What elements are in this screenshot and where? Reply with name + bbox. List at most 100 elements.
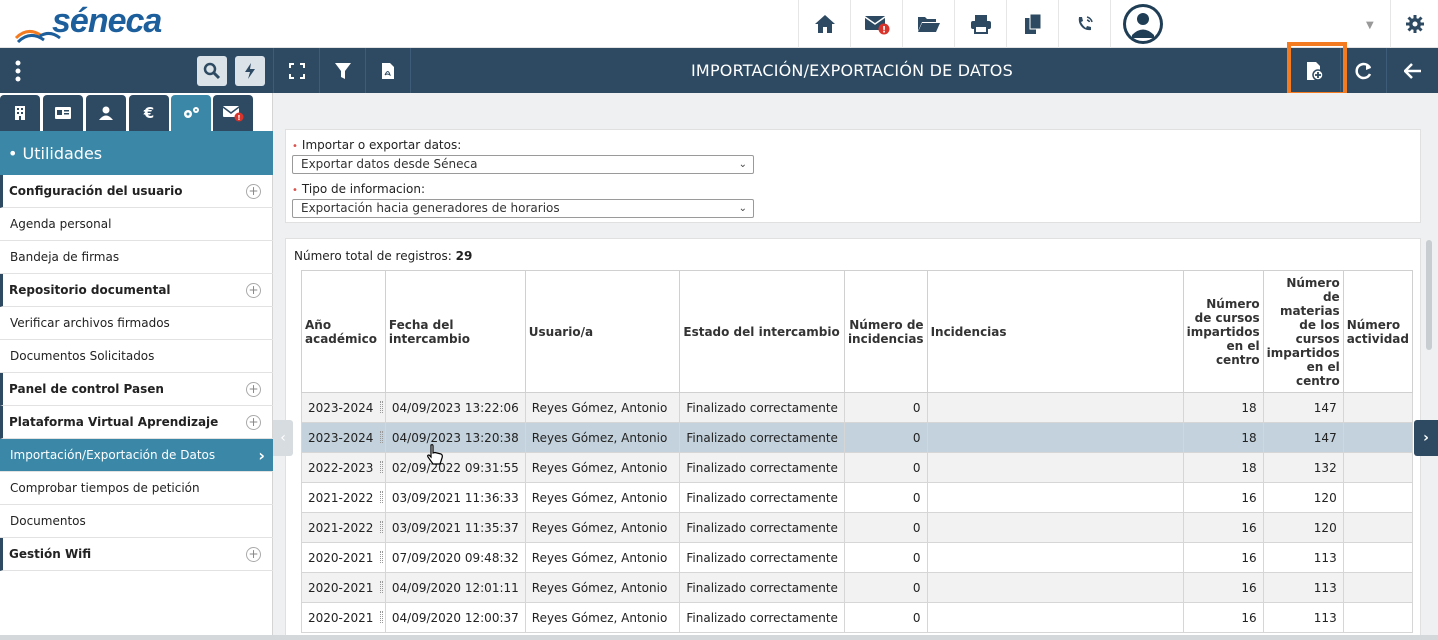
expand-plus-icon[interactable]: +: [246, 184, 261, 199]
table-row[interactable]: 2023-2024 04/09/2023 13:20:38 Reyes Gómez,…: [301, 422, 1413, 453]
records-panel: Número total de registros: 29 Año académ…: [285, 238, 1421, 640]
sidebar-item[interactable]: Panel de control Pasen +: [0, 373, 273, 406]
info-type-select[interactable]: Exportación hacia generadores de horario…: [292, 199, 754, 218]
mail-alert-icon: !: [222, 106, 244, 122]
expand-plus-icon[interactable]: +: [246, 415, 261, 430]
column-header[interactable]: Fecha del intercambio: [384, 270, 526, 393]
sidebar-item-label: Panel de control Pasen: [9, 382, 164, 396]
pdf-button[interactable]: [365, 48, 411, 93]
expand-plus-icon[interactable]: +: [246, 283, 261, 298]
print-button[interactable]: [954, 0, 1006, 48]
sidebar-item[interactable]: Repositorio documental +: [0, 274, 273, 307]
expand-plus-icon[interactable]: +: [246, 382, 261, 397]
table-row[interactable]: 2020-2021 07/09/2020 09:48:32 Reyes Gómez,…: [301, 542, 1413, 573]
svg-text:!: !: [237, 114, 240, 122]
column-resize-handle[interactable]: [379, 581, 383, 593]
sidebar-item-label: Documentos: [10, 514, 86, 528]
column-resize-handle[interactable]: [379, 461, 383, 473]
table-row[interactable]: 2021-2022 03/09/2021 11:35:37 Reyes Gómez,…: [301, 512, 1413, 543]
sidebar-item[interactable]: Configuración del usuario +: [0, 175, 273, 208]
horizontal-scrollbar[interactable]: [0, 635, 1438, 640]
table-cell: 120: [1262, 482, 1344, 513]
column-header[interactable]: Año académico: [301, 270, 386, 393]
tab-mensajes[interactable]: !: [213, 95, 253, 131]
import-export-select[interactable]: Exportar datos desde Séneca ⌄: [292, 155, 754, 174]
table-row[interactable]: 2020-2021 04/09/2020 12:01:11 Reyes Gómez,…: [301, 572, 1413, 603]
tab-centro[interactable]: [0, 95, 40, 131]
table-cell: Reyes Gómez, Antonio: [524, 542, 681, 573]
table-cell-text: 2023-2024: [308, 430, 374, 445]
user-dropdown-icon[interactable]: ▼: [1366, 20, 1374, 31]
sidebar-item[interactable]: Plataforma Virtual Aprendizaje +: [0, 406, 273, 439]
column-header[interactable]: Estado del intercambio: [679, 270, 845, 393]
table-cell: 04/09/2023 13:22:06: [384, 392, 526, 423]
column-resize-handle[interactable]: [379, 491, 383, 503]
column-header[interactable]: Incidencias: [926, 270, 1184, 393]
settings-button[interactable]: [1390, 0, 1438, 48]
column-header[interactable]: Número actividad: [1342, 270, 1413, 393]
tab-personal[interactable]: [43, 95, 83, 131]
table-row[interactable]: 2021-2022 03/09/2021 11:36:33 Reyes Gómez,…: [301, 482, 1413, 513]
table-cell-empty: [1342, 452, 1413, 483]
table-cell: 16: [1182, 482, 1264, 513]
sidebar-item[interactable]: Verificar archivos firmados: [0, 307, 273, 340]
mouse-cursor-icon: [426, 444, 444, 470]
mail-button[interactable]: !: [850, 0, 902, 48]
search-button[interactable]: [197, 56, 227, 86]
gear-icon: [1405, 15, 1424, 33]
user-menu[interactable]: ▼: [1110, 0, 1390, 48]
folder-button[interactable]: [902, 0, 954, 48]
home-icon: [814, 15, 835, 33]
expand-plus-icon[interactable]: +: [246, 547, 261, 562]
scroll-right-button[interactable]: ›: [1414, 420, 1438, 456]
sidebar-item[interactable]: Importación/Exportación de Datos ›: [0, 439, 273, 472]
column-resize-handle[interactable]: [379, 611, 383, 623]
filter-button[interactable]: [319, 48, 365, 93]
tab-alumnado[interactable]: [86, 95, 126, 131]
table-cell: Reyes Gómez, Antonio: [524, 602, 681, 633]
sidebar-item[interactable]: Comprobar tiempos de petición: [0, 472, 273, 505]
field-import-export-label: • Importar o exportar datos:: [292, 138, 462, 152]
table-cell-empty: [1342, 482, 1413, 513]
column-resize-handle[interactable]: [379, 401, 383, 413]
home-button[interactable]: [798, 0, 850, 48]
phone-button[interactable]: [1058, 0, 1110, 48]
column-resize-handle[interactable]: [379, 521, 383, 533]
table-cell: Finalizado correctamente: [679, 422, 845, 453]
sidebar-item[interactable]: Agenda personal: [0, 208, 273, 241]
column-header[interactable]: Usuario/a: [524, 270, 681, 393]
chevron-right-icon: ›: [258, 446, 265, 465]
seneca-logo[interactable]: séneca: [14, 2, 174, 46]
field-info-type-label: • Tipo de informacion:: [292, 182, 425, 196]
fullscreen-button[interactable]: [273, 48, 319, 93]
table-cell: Finalizado correctamente: [679, 452, 845, 483]
table-cell: Finalizado correctamente: [679, 512, 845, 543]
sidebar-item[interactable]: Documentos Solicitados: [0, 340, 273, 373]
table-cell: 147: [1262, 392, 1344, 423]
page-title: IMPORTACIÓN/EXPORTACIÓN DE DATOS: [691, 61, 1013, 80]
tab-economia[interactable]: €: [129, 95, 169, 131]
menu-button[interactable]: [0, 48, 36, 93]
column-resize-handle[interactable]: [379, 551, 383, 563]
table-cell: 2023-2024: [301, 422, 386, 453]
table-cell: 120: [1262, 512, 1344, 543]
grid-clip: Año académico Fecha del intercambio Usuari…: [286, 239, 1413, 640]
sidebar-item[interactable]: Bandeja de firmas: [0, 241, 273, 274]
column-header[interactable]: Número de incidencias: [843, 270, 928, 393]
scroll-left-button[interactable]: ‹: [273, 420, 293, 456]
table-cell: 0: [843, 572, 928, 603]
column-header[interactable]: Número de materias de los cursos imparti…: [1262, 270, 1344, 393]
vertical-scrollbar[interactable]: [1426, 240, 1432, 350]
quick-actions-button[interactable]: [235, 56, 265, 86]
back-button[interactable]: [1386, 48, 1438, 93]
table-cell: 2020-2021: [301, 542, 386, 573]
table-row[interactable]: 2023-2024 04/09/2023 13:22:06 Reyes Gómez,…: [301, 392, 1413, 423]
copy-button[interactable]: [1006, 0, 1058, 48]
tab-utilidades[interactable]: [171, 95, 211, 131]
column-header[interactable]: Número de cursos impartidos en el centro: [1182, 270, 1264, 393]
table-row[interactable]: 2020-2021 04/09/2020 12:00:37 Reyes Gómez,…: [301, 602, 1413, 633]
table-row[interactable]: 2022-2023 02/09/2022 09:31:55 Reyes Gómez,…: [301, 452, 1413, 483]
sidebar-item[interactable]: Documentos: [0, 505, 273, 538]
sidebar-item[interactable]: Gestión Wifi +: [0, 538, 273, 571]
column-resize-handle[interactable]: [379, 431, 383, 443]
